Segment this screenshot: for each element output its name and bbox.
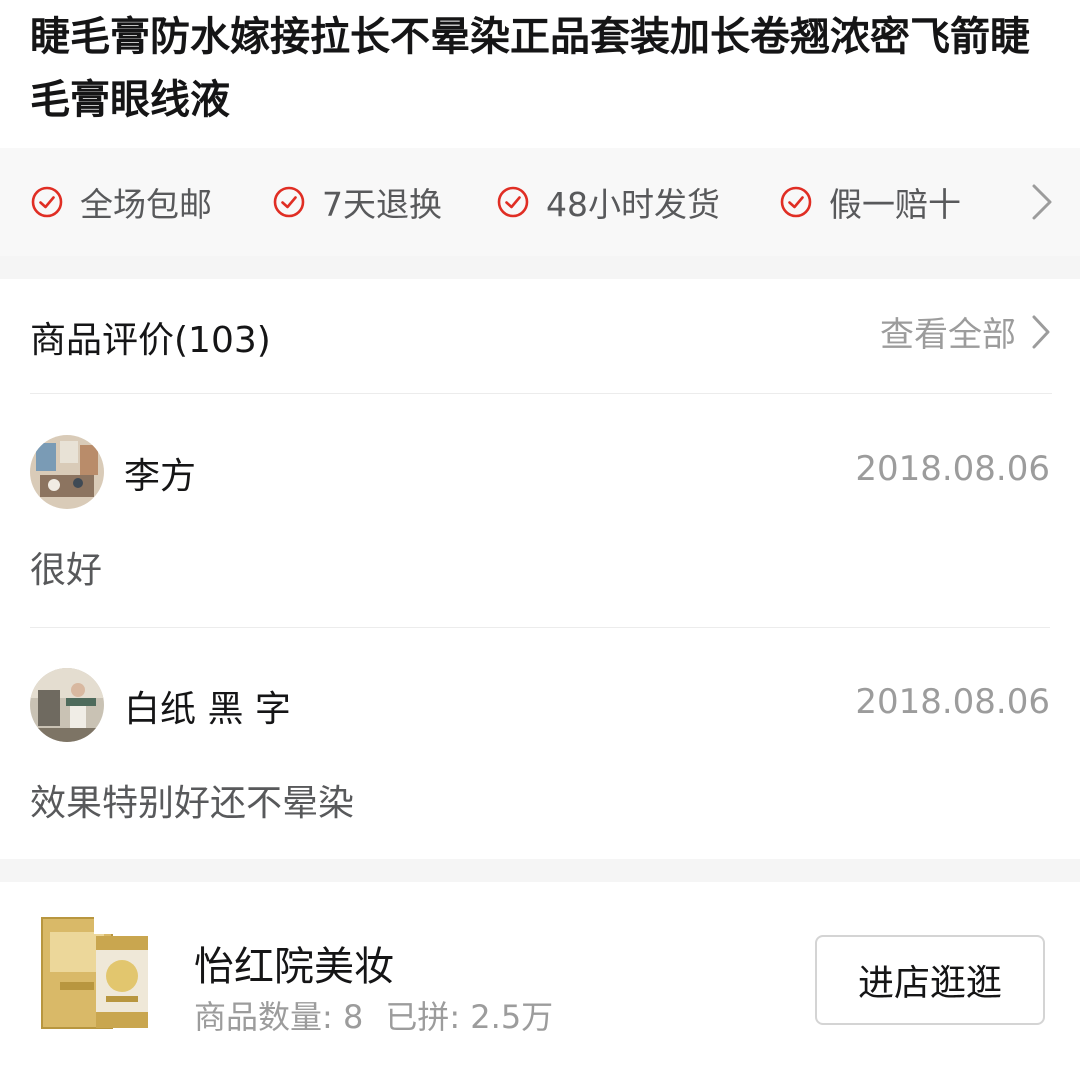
promise-item-7-day-return: 7天退换 <box>272 148 442 256</box>
product-title-section: 睫毛膏防水嫁接拉长不晕染正品套装加长卷翘浓密飞箭睫毛膏眼线液 <box>0 0 1080 148</box>
reviews-section: 商品评价(103) 查看全部 李方 2018.08.06 很好 白纸 黑 字 2… <box>0 279 1080 859</box>
avatar <box>30 668 104 742</box>
store-name: 怡红院美妆 <box>194 944 394 990</box>
store-card[interactable]: 怡红院美妆 商品数量: 8 已拼: 2.5万 进店逛逛 <box>0 882 1080 1080</box>
store-sold-count: 已拼: 2.5万 <box>385 998 554 1036</box>
avatar <box>30 435 104 509</box>
service-promise-bar[interactable]: 全场包邮 7天退换 48小时发货 假一赔十 <box>0 148 1080 256</box>
reviewer-name: 李方 <box>124 456 197 497</box>
product-box-icon <box>41 916 152 1029</box>
view-all-label: 查看全部 <box>880 315 1016 355</box>
reviews-heading: 商品评价(103) <box>30 320 271 361</box>
check-circle-icon <box>31 186 63 218</box>
check-circle-icon <box>273 186 305 218</box>
check-circle-icon <box>497 186 529 218</box>
promise-label: 全场包邮 <box>80 185 212 224</box>
review-item: 白纸 黑 字 2018.08.06 效果特别好还不晕染 <box>30 628 1050 858</box>
promise-item-free-shipping: 全场包邮 <box>30 148 212 256</box>
promise-label: 48小时发货 <box>546 185 720 224</box>
avatar-photo-icon <box>30 668 104 742</box>
product-title: 睫毛膏防水嫁接拉长不晕染正品套装加长卷翘浓密飞箭睫毛膏眼线液 <box>30 14 1030 123</box>
store-product-count: 商品数量: 8 <box>194 998 364 1036</box>
review-date: 2018.08.06 <box>855 682 1050 722</box>
review-date: 2018.08.06 <box>855 449 1050 489</box>
enter-store-button[interactable]: 进店逛逛 <box>815 935 1045 1025</box>
promise-label: 假一赔十 <box>829 185 961 224</box>
promise-item-fake-compensation: 假一赔十 <box>779 148 961 256</box>
chevron-right-icon[interactable] <box>1030 182 1054 222</box>
check-circle-icon <box>780 186 812 218</box>
review-text: 很好 <box>30 550 103 591</box>
reviewer-name: 白纸 黑 字 <box>124 689 291 730</box>
reviews-header[interactable]: 商品评价(103) 查看全部 <box>30 279 1052 394</box>
promise-label: 7天退换 <box>322 185 442 224</box>
promise-item-48h-shipping: 48小时发货 <box>496 148 720 256</box>
view-all-reviews-link[interactable]: 查看全部 <box>880 307 1052 356</box>
review-item: 李方 2018.08.06 很好 <box>30 393 1050 628</box>
chevron-right-icon <box>1032 315 1050 348</box>
avatar-photo-icon <box>30 435 104 509</box>
review-text: 效果特别好还不晕染 <box>30 783 355 824</box>
store-stats: 商品数量: 8 已拼: 2.5万 <box>194 992 575 1038</box>
